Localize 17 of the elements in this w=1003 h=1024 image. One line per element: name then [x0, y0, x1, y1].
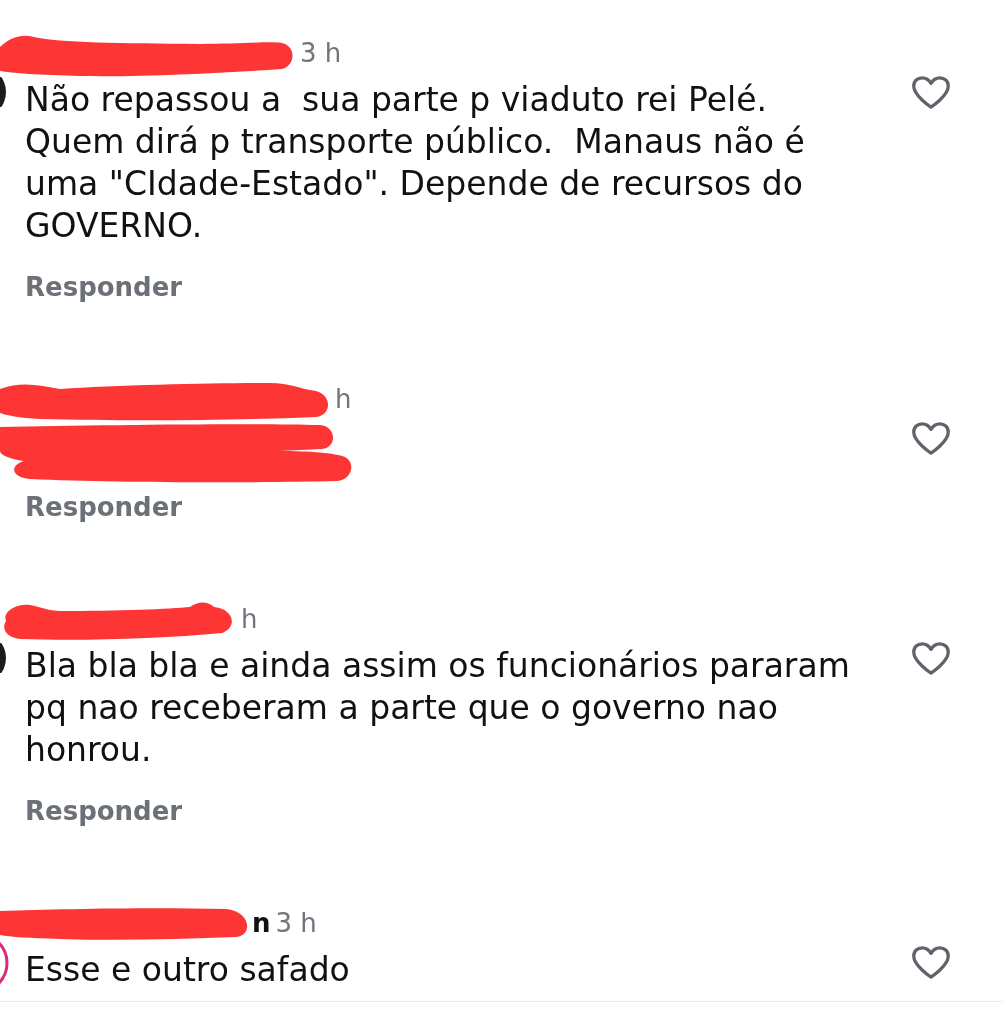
- heart-icon[interactable]: [912, 76, 950, 110]
- comment-time: h: [241, 603, 258, 635]
- comment-text: Não repassou a sua parte p viaduto rei Pelé. Quem dirá p transporte público. Manaus não é uma "CIdade-Estado". Depende de recursos do GOVERNO.: [25, 79, 806, 247]
- heart-icon[interactable]: [912, 946, 950, 980]
- reply-button[interactable]: Responder: [25, 489, 183, 525]
- username[interactable]: n: [252, 907, 271, 939]
- reply-button[interactable]: Responder: [25, 793, 183, 829]
- comment-text: Bla bla bla e ainda assim os funcionários pararam pq nao receberam a parte que o governo nao honrou.: [25, 645, 851, 771]
- comment-text: Esse e outro safado: [25, 949, 351, 991]
- avatar-icon[interactable]: [0, 77, 7, 107]
- reply-button[interactable]: Responder: [25, 269, 183, 305]
- heart-icon[interactable]: [912, 422, 950, 456]
- comment-time: 3 h: [275, 907, 317, 939]
- comment-time: 3 h: [300, 37, 342, 69]
- heart-icon[interactable]: [912, 642, 950, 676]
- avatar-icon[interactable]: [0, 643, 7, 673]
- comment-time: h: [335, 383, 352, 415]
